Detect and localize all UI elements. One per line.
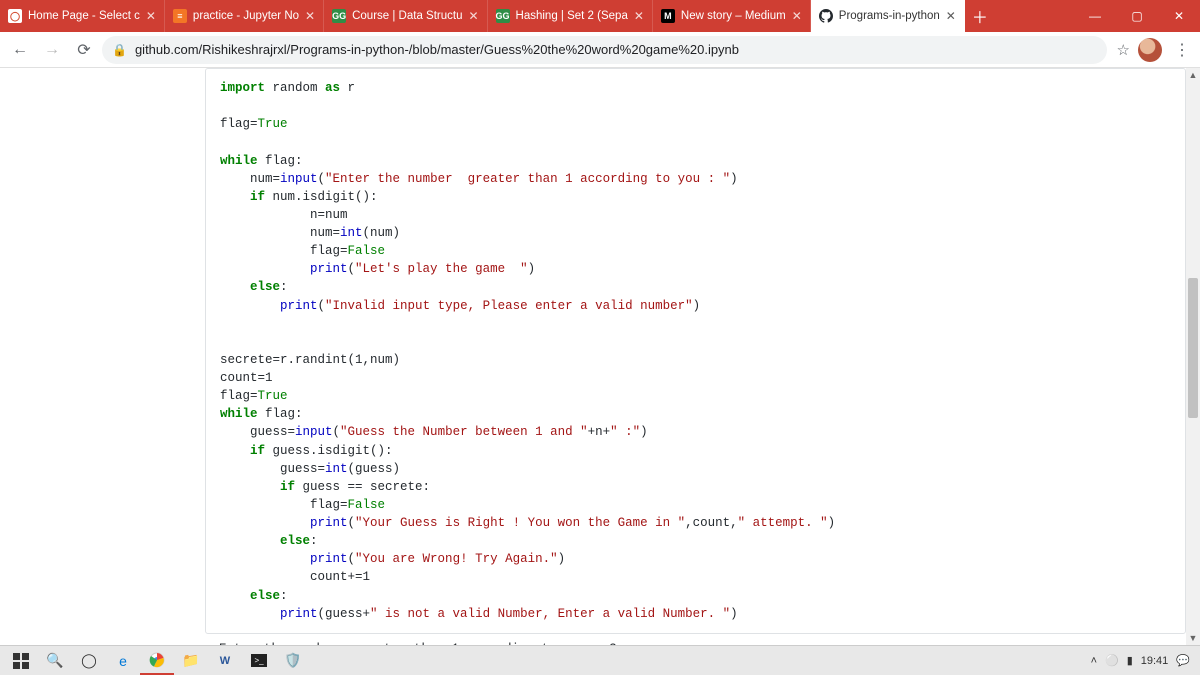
- url-input[interactable]: 🔒 github.com/Rishikeshrajrxl/Programs-in…: [102, 36, 1107, 64]
- tab-close-icon[interactable]: ✕: [468, 9, 478, 23]
- search-button[interactable]: 🔍: [38, 647, 72, 675]
- tab-title: practice - Jupyter No: [193, 10, 299, 22]
- page-content: import random as r flag=True while flag:…: [0, 68, 1200, 645]
- maximize-button[interactable]: ▢: [1116, 0, 1158, 32]
- tab-favicon: [819, 9, 833, 23]
- explorer-app-icon[interactable]: 📁: [174, 647, 208, 675]
- profile-avatar[interactable]: [1138, 38, 1162, 62]
- new-tab-button[interactable]: ＋: [965, 0, 995, 32]
- tab-favicon: ◯: [8, 9, 22, 23]
- tab-close-icon[interactable]: ✕: [792, 9, 802, 23]
- notifications-icon[interactable]: 💬: [1176, 654, 1190, 667]
- word-app-icon[interactable]: W: [208, 647, 242, 675]
- browser-tab[interactable]: Programs-in-python ✕: [811, 0, 965, 32]
- tab-close-icon[interactable]: ✕: [634, 9, 644, 23]
- scroll-up-arrow[interactable]: ▲: [1186, 68, 1200, 82]
- edge-app-icon[interactable]: e: [106, 647, 140, 675]
- clock[interactable]: 19:41: [1141, 655, 1169, 667]
- code-cell: import random as r flag=True while flag:…: [205, 68, 1186, 634]
- close-window-button[interactable]: ✕: [1158, 0, 1200, 32]
- cell-output: Enter the number greater than 1 accordin…: [205, 634, 1186, 645]
- browser-tabstrip: ◯ Home Page - Select c ✕ ≡ practice - Jupyte…: [0, 0, 1200, 32]
- tab-close-icon[interactable]: ✕: [946, 9, 956, 23]
- chrome-app-icon[interactable]: [140, 647, 174, 675]
- tab-favicon: ≡: [173, 9, 187, 23]
- tab-title: Programs-in-python: [839, 10, 940, 22]
- wifi-icon[interactable]: ⚪: [1105, 654, 1119, 667]
- tab-favicon: GG: [332, 9, 346, 23]
- tab-title: Home Page - Select c: [28, 10, 140, 22]
- tab-title: Course | Data Structu: [352, 10, 462, 22]
- windows-taskbar: 🔍 ◯ e 📁 W >_ 🛡️ ˄ ⚪ ▮ 19:41 💬: [0, 645, 1200, 675]
- minimize-button[interactable]: —: [1074, 0, 1116, 32]
- source-code: import random as r flag=True while flag:…: [220, 79, 1171, 623]
- browser-tab[interactable]: M New story – Medium ✕: [653, 0, 811, 32]
- system-tray: ˄ ⚪ ▮ 19:41 💬: [1091, 654, 1196, 667]
- window-controls: — ▢ ✕: [1074, 0, 1200, 32]
- scrollbar-thumb[interactable]: [1188, 278, 1198, 418]
- tab-title: Hashing | Set 2 (Sepa: [516, 10, 628, 22]
- tab-favicon: M: [661, 9, 675, 23]
- tab-favicon: GG: [496, 9, 510, 23]
- security-app-icon[interactable]: 🛡️: [276, 647, 310, 675]
- tray-chevron-icon[interactable]: ˄: [1091, 655, 1097, 667]
- forward-button[interactable]: →: [38, 36, 66, 64]
- browser-tab[interactable]: GG Hashing | Set 2 (Sepa ✕: [488, 0, 653, 32]
- task-view-button[interactable]: ◯: [72, 647, 106, 675]
- vertical-scrollbar[interactable]: ▲ ▼: [1186, 68, 1200, 645]
- reload-button[interactable]: ⟳: [70, 36, 98, 64]
- bookmark-star-icon[interactable]: ☆: [1117, 41, 1130, 59]
- browser-tab[interactable]: GG Course | Data Structu ✕: [324, 0, 487, 32]
- tab-title: New story – Medium: [681, 10, 786, 22]
- browser-menu-button[interactable]: ⋮: [1170, 40, 1194, 60]
- address-bar: ← → ⟳ 🔒 github.com/Rishikeshrajrxl/Progr…: [0, 32, 1200, 68]
- lock-icon: 🔒: [112, 43, 127, 57]
- url-text: github.com/Rishikeshrajrxl/Programs-in-p…: [135, 42, 739, 57]
- browser-tab[interactable]: ≡ practice - Jupyter No ✕: [165, 0, 324, 32]
- browser-tab[interactable]: ◯ Home Page - Select c ✕: [0, 0, 165, 32]
- start-button[interactable]: [4, 647, 38, 675]
- tab-close-icon[interactable]: ✕: [305, 9, 315, 23]
- scroll-down-arrow[interactable]: ▼: [1186, 631, 1200, 645]
- battery-icon[interactable]: ▮: [1127, 654, 1133, 667]
- terminal-app-icon[interactable]: >_: [242, 647, 276, 675]
- tab-close-icon[interactable]: ✕: [146, 9, 156, 23]
- back-button[interactable]: ←: [6, 36, 34, 64]
